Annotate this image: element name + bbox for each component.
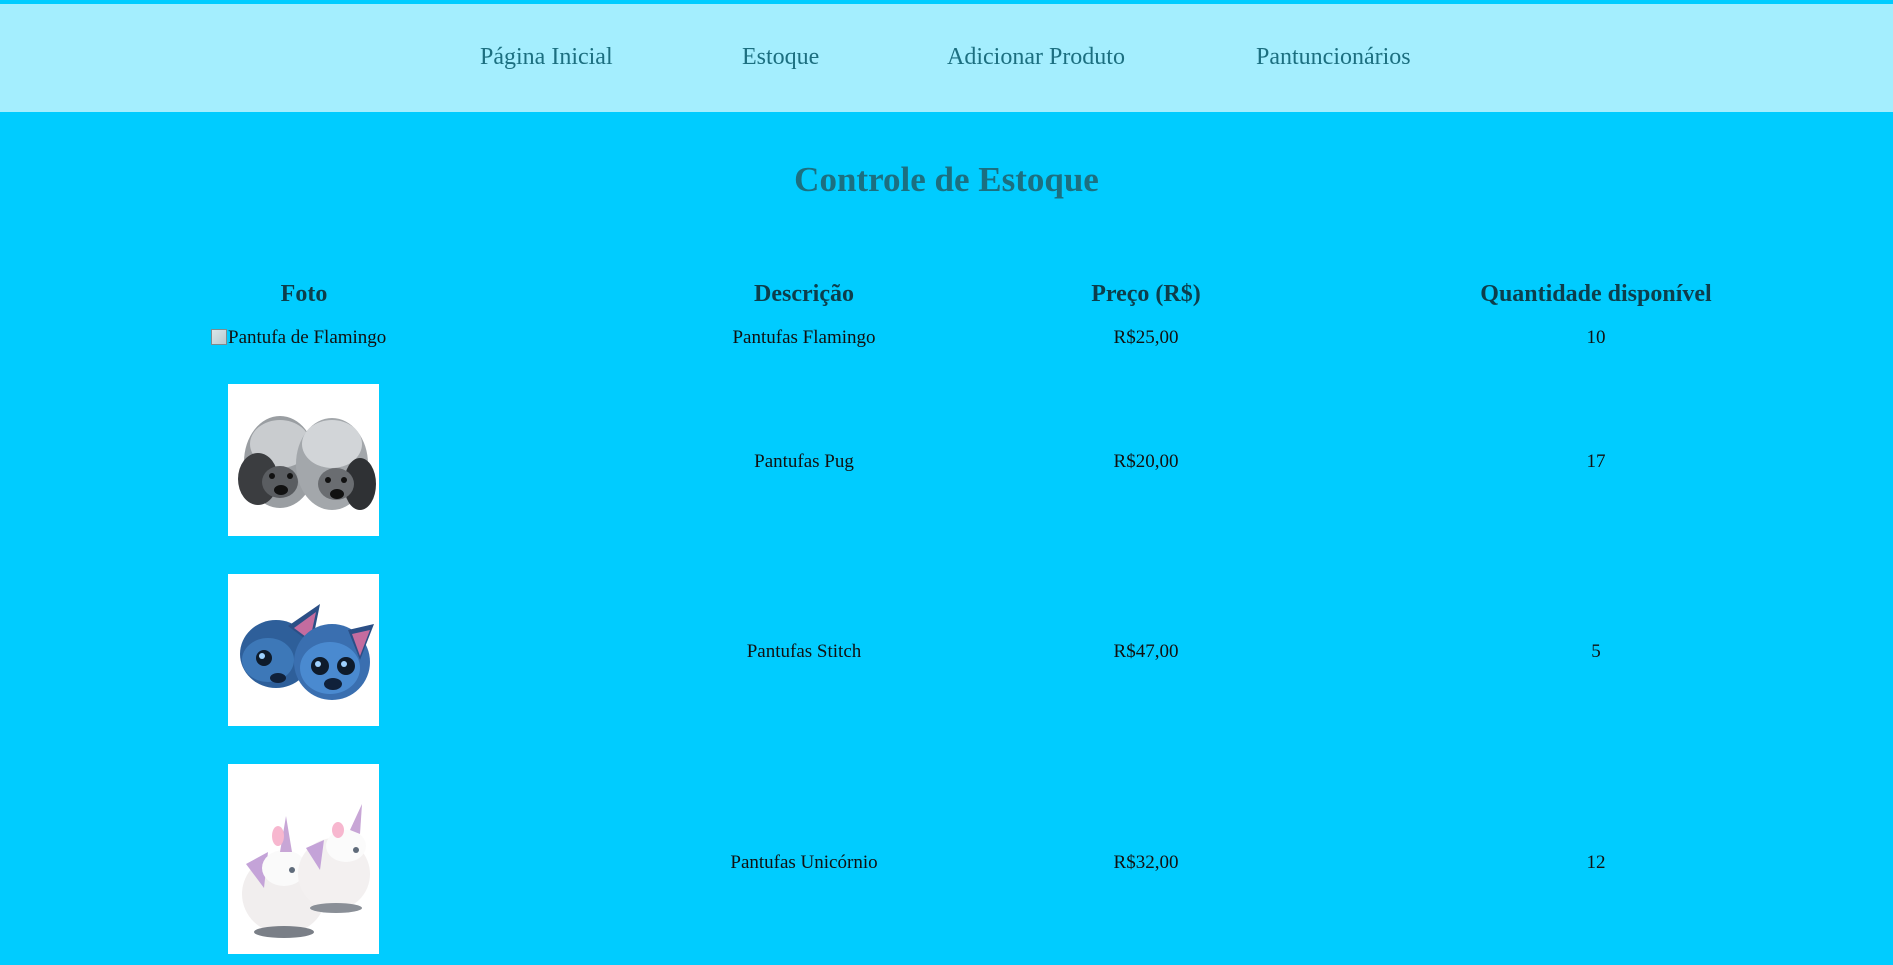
product-description: Pantufas Flamingo <box>732 327 876 348</box>
column-header-price: Preço (R$) <box>1091 281 1201 307</box>
page-title: Controle de Estoque <box>794 160 1099 199</box>
broken-image-icon <box>211 329 227 345</box>
product-price: R$32,00 <box>1113 852 1179 873</box>
product-description: Pantufas Stitch <box>746 641 862 662</box>
column-header-photo: Foto <box>280 281 328 307</box>
product-quantity: 17 <box>1586 451 1606 472</box>
pug-slippers-image <box>228 384 379 536</box>
nav-link-staff[interactable]: Pantuncionários <box>1256 44 1411 71</box>
product-description: Pantufas Pug <box>754 451 854 472</box>
nav-link-stock[interactable]: Estoque <box>742 44 819 71</box>
column-header-description: Descrição <box>754 281 854 307</box>
product-quantity: 5 <box>1591 641 1601 662</box>
main-nav: Página Inicial Estoque Adicionar Produto… <box>0 4 1893 112</box>
product-photo-flamingo: Pantufa de Flamingo <box>211 326 386 350</box>
stitch-slippers-image <box>228 574 379 726</box>
product-price: R$25,00 <box>1113 327 1179 348</box>
product-quantity: 10 <box>1586 327 1606 348</box>
nav-link-home[interactable]: Página Inicial <box>480 44 613 71</box>
column-header-quantity: Quantidade disponível <box>1480 281 1712 307</box>
nav-link-add-product[interactable]: Adicionar Produto <box>947 44 1125 71</box>
product-price: R$47,00 <box>1113 641 1179 662</box>
product-description: Pantufas Unicórnio <box>730 852 878 873</box>
product-quantity: 12 <box>1586 852 1606 873</box>
photo-alt-text: Pantufa de Flamingo <box>228 327 387 348</box>
unicorn-slippers-image <box>228 764 379 954</box>
product-price: R$20,00 <box>1113 451 1179 472</box>
